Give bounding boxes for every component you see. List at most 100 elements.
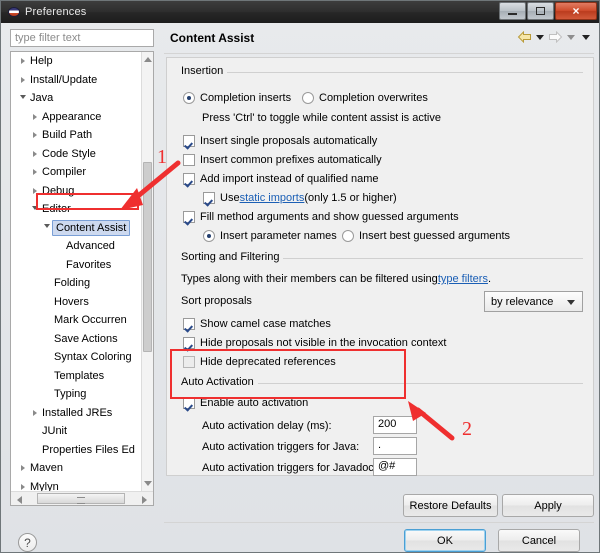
- tree-item-build-path[interactable]: Build Path: [11, 126, 141, 145]
- tree-item-appearance[interactable]: Appearance: [11, 108, 141, 127]
- auto-activation-javadoc-input[interactable]: @#: [373, 458, 417, 476]
- tree-item-save-actions[interactable]: Save Actions: [11, 330, 141, 349]
- tree-item-typing[interactable]: Typing: [11, 385, 141, 404]
- minimize-button[interactable]: [499, 2, 526, 20]
- checkbox-add-import[interactable]: Add import instead of qualified name: [183, 173, 379, 185]
- twisty-collapsed-icon[interactable]: [17, 483, 28, 490]
- back-arrow-icon[interactable]: [517, 31, 532, 43]
- tree-item-maven[interactable]: Maven: [11, 459, 141, 478]
- checkbox-icon: [183, 154, 195, 166]
- checkbox-enable-auto-activation[interactable]: Enable auto activation: [183, 397, 308, 409]
- tree-item-editor[interactable]: Editor: [11, 200, 141, 219]
- tree-item-content-assist[interactable]: Content Assist: [11, 219, 141, 238]
- label-suffix: (only 1.5 or higher): [304, 192, 397, 204]
- checkbox-use-static-imports[interactable]: Use static imports (only 1.5 or higher): [203, 192, 397, 204]
- checkbox-icon: [183, 397, 195, 409]
- window-title: Preferences: [25, 6, 87, 18]
- label: Completion overwrites: [319, 92, 428, 104]
- tree-item-advanced[interactable]: Advanced: [11, 237, 141, 256]
- tree-item-help[interactable]: Help: [11, 52, 141, 71]
- twisty-collapsed-icon[interactable]: [17, 58, 28, 65]
- scroll-up-icon[interactable]: [144, 57, 152, 62]
- restore-defaults-button[interactable]: Restore Defaults: [403, 494, 498, 517]
- back-menu-chevron-down-icon[interactable]: [536, 34, 544, 40]
- scroll-right-icon[interactable]: [142, 496, 147, 504]
- view-menu-chevron-down-icon[interactable]: [582, 34, 590, 40]
- checkbox-insert-common-prefixes[interactable]: Insert common prefixes automatically: [183, 154, 382, 166]
- tree-item-label: Save Actions: [54, 332, 118, 345]
- twisty-collapsed-icon[interactable]: [17, 465, 28, 472]
- checkbox-hide-not-visible[interactable]: Hide proposals not visible in the invoca…: [183, 337, 446, 349]
- close-button[interactable]: ×: [555, 2, 597, 20]
- cancel-button[interactable]: Cancel: [498, 529, 580, 552]
- label: Completion inserts: [200, 92, 292, 104]
- twisty-collapsed-icon[interactable]: [29, 150, 40, 157]
- twisty-collapsed-icon[interactable]: [17, 76, 28, 83]
- tree-item-label: Install/Update: [30, 73, 98, 86]
- tree-item-label: Build Path: [42, 129, 93, 142]
- twisty-glyph: [32, 150, 37, 157]
- radio-completion-overwrites[interactable]: Completion overwrites: [302, 92, 428, 104]
- label: Auto activation triggers for Javadoc:: [202, 462, 377, 474]
- scroll-thumb[interactable]: [143, 162, 152, 352]
- tree-item-label: Advanced: [66, 240, 115, 253]
- tree-vertical-scrollbar[interactable]: [141, 52, 153, 491]
- tree-item-java[interactable]: Java: [11, 89, 141, 108]
- checkbox-fill-method-arguments[interactable]: Fill method arguments and show guessed a…: [183, 211, 459, 223]
- checkbox-insert-single-proposals[interactable]: Insert single proposals automatically: [183, 135, 377, 147]
- tree-item-install-update[interactable]: Install/Update: [11, 71, 141, 90]
- auto-activation-delay-input[interactable]: 200: [373, 416, 417, 434]
- checkbox-show-camel-case[interactable]: Show camel case matches: [183, 318, 331, 330]
- tree-item-mark-occurren[interactable]: Mark Occurren: [11, 311, 141, 330]
- radio-insert-best-guessed[interactable]: Insert best guessed arguments: [342, 230, 510, 242]
- tree-item-label: Folding: [54, 277, 91, 290]
- checkbox-icon: [183, 337, 195, 349]
- label: Insert common prefixes automatically: [200, 154, 382, 166]
- twisty-collapsed-icon[interactable]: [29, 113, 40, 120]
- twisty-collapsed-icon[interactable]: [29, 187, 40, 194]
- twisty-expanded-icon[interactable]: [17, 94, 28, 102]
- tree-item-junit[interactable]: JUnit: [11, 422, 141, 441]
- radio-insert-parameter-names[interactable]: Insert parameter names: [203, 230, 337, 242]
- twisty-glyph: [32, 187, 37, 194]
- tree-item-syntax-coloring[interactable]: Syntax Coloring: [11, 348, 141, 367]
- twisty-collapsed-icon[interactable]: [29, 409, 40, 416]
- sort-proposals-select[interactable]: by relevance: [484, 291, 583, 312]
- apply-button[interactable]: Apply: [502, 494, 594, 517]
- radio-icon: [203, 230, 215, 242]
- twisty-collapsed-icon[interactable]: [29, 132, 40, 139]
- tree-horizontal-scrollbar[interactable]: [11, 491, 153, 505]
- scroll-left-icon[interactable]: [17, 496, 22, 504]
- tree-item-code-style[interactable]: Code Style: [11, 145, 141, 164]
- twisty-collapsed-icon[interactable]: [29, 169, 40, 176]
- help-button[interactable]: ?: [18, 533, 37, 552]
- title-bar: Preferences ×: [1, 1, 599, 23]
- scroll-down-icon[interactable]: [144, 481, 152, 486]
- tree-item-templates[interactable]: Templates: [11, 367, 141, 386]
- checkbox-hide-deprecated[interactable]: Hide deprecated references: [183, 356, 336, 368]
- twisty-expanded-icon[interactable]: [29, 205, 40, 213]
- tree-item-installed-jres[interactable]: Installed JREs: [11, 404, 141, 423]
- tree-item-compiler[interactable]: Compiler: [11, 163, 141, 182]
- tree-item-mylyn[interactable]: Mylyn: [11, 478, 141, 491]
- ok-button[interactable]: OK: [404, 529, 486, 552]
- static-imports-link[interactable]: static imports: [240, 192, 305, 204]
- tree-item-label: Hovers: [54, 295, 89, 308]
- preferences-tree[interactable]: Help Install/Update Java Appearance Build Pa…: [10, 51, 154, 506]
- tree-item-folding[interactable]: Folding: [11, 274, 141, 293]
- radio-completion-inserts[interactable]: Completion inserts: [183, 92, 291, 104]
- radio-icon: [342, 230, 354, 242]
- checkbox-icon: [183, 173, 195, 185]
- twisty-expanded-icon[interactable]: [41, 224, 52, 231]
- auto-activation-java-input[interactable]: .: [373, 437, 417, 455]
- tree-item-favorites[interactable]: Favorites: [11, 256, 141, 275]
- tree-item-hovers[interactable]: Hovers: [11, 293, 141, 312]
- filter-input[interactable]: type filter text: [10, 29, 154, 47]
- tree-item-label: Content Assist: [52, 219, 131, 236]
- type-filters-link[interactable]: type filters: [438, 273, 488, 285]
- maximize-button[interactable]: [527, 2, 554, 20]
- tree-item-label: Typing: [54, 388, 87, 401]
- tree-item-debug[interactable]: Debug: [11, 182, 141, 201]
- tree-item-properties-files-ed[interactable]: Properties Files Ed: [11, 441, 141, 460]
- hscroll-thumb[interactable]: [37, 493, 125, 504]
